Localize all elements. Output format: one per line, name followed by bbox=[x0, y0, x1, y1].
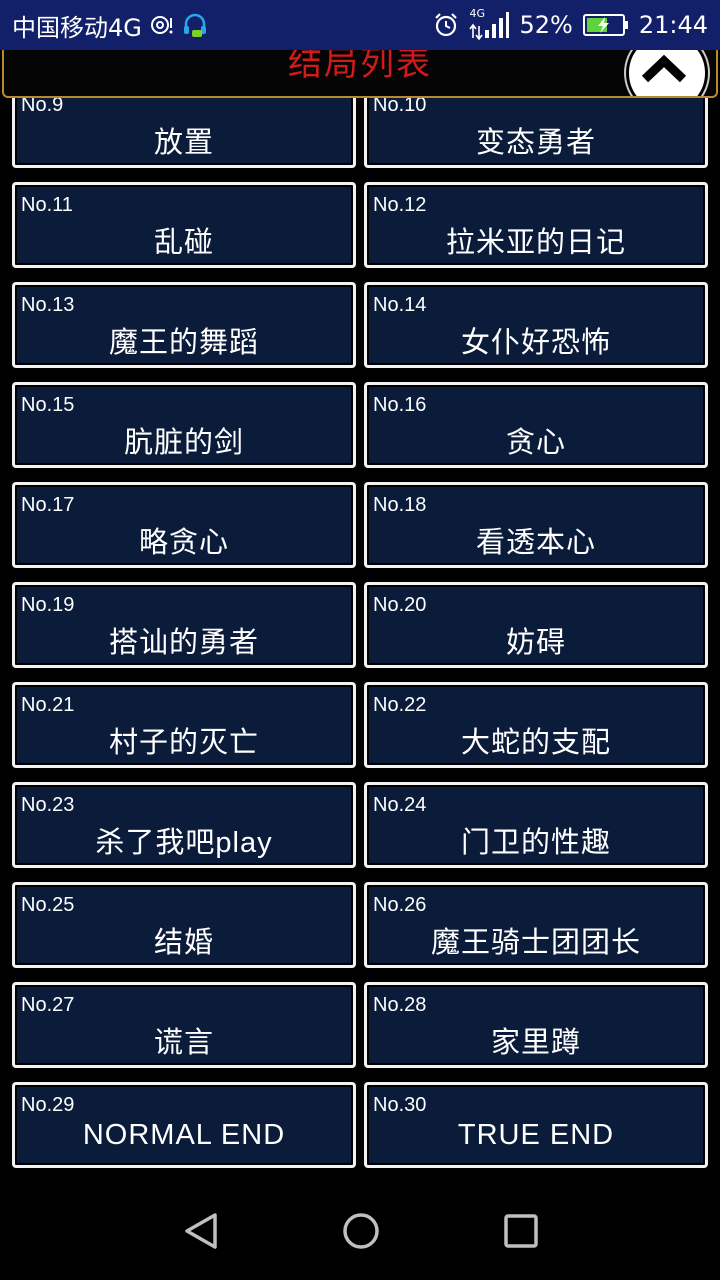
status-bar: 中国移动4G 4G 52% 21:44 bbox=[0, 0, 720, 50]
headset-icon bbox=[182, 12, 208, 38]
ending-item[interactable]: No.14 女仆好恐怖 bbox=[364, 282, 708, 368]
ending-title: 大蛇的支配 bbox=[460, 727, 611, 759]
ending-item[interactable]: No.30 TRUE END bbox=[364, 1082, 708, 1168]
close-button[interactable] bbox=[626, 50, 708, 96]
ending-number: No.11 bbox=[21, 194, 73, 216]
ending-number: No.19 bbox=[21, 594, 75, 616]
ending-item[interactable]: No.23 杀了我吧play bbox=[12, 782, 356, 868]
ending-item[interactable]: No.24 门卫的性趣 bbox=[364, 782, 708, 868]
ending-title: 放置 bbox=[153, 127, 214, 159]
battery-percent: 52% bbox=[519, 11, 573, 39]
ending-title: 魔王骑士团团长 bbox=[430, 927, 641, 959]
ending-number: No.26 bbox=[373, 894, 427, 916]
clock: 21:44 bbox=[638, 11, 708, 39]
carrier-label: 中国移动4G bbox=[12, 13, 142, 42]
ending-item[interactable]: No.25 结婚 bbox=[12, 882, 356, 968]
navigation-bar bbox=[0, 1180, 720, 1280]
ending-number: No.20 bbox=[373, 594, 427, 616]
ending-title: 变态勇者 bbox=[475, 127, 596, 159]
ending-title: 结婚 bbox=[153, 927, 214, 959]
endings-grid: No.9 放置 No.10 变态勇者 No.11 乱碰 No.12 拉米亚的日记… bbox=[0, 0, 720, 1180]
ending-number: No.25 bbox=[21, 894, 75, 916]
ending-title: 贪心 bbox=[505, 427, 566, 459]
network-badge: 4G bbox=[469, 7, 486, 20]
ending-title: 乱碰 bbox=[153, 227, 214, 259]
battery-icon bbox=[582, 13, 629, 37]
ending-title: TRUE END bbox=[457, 1119, 615, 1151]
square-recent-icon bbox=[504, 1214, 538, 1248]
ending-item[interactable]: No.15 肮脏的剑 bbox=[12, 382, 356, 468]
ending-title: NORMAL END bbox=[82, 1119, 286, 1151]
ending-title: 拉米亚的日记 bbox=[445, 227, 626, 259]
ending-number: No.18 bbox=[373, 494, 427, 516]
ending-number: No.22 bbox=[373, 694, 427, 716]
ending-item[interactable]: No.11 乱碰 bbox=[12, 182, 356, 268]
triangle-back-icon bbox=[185, 1213, 217, 1249]
ending-title: 门卫的性趣 bbox=[460, 827, 611, 859]
ending-title: 谎言 bbox=[153, 1027, 214, 1059]
ending-number: No.29 bbox=[21, 1094, 75, 1116]
ending-item[interactable]: No.12 拉米亚的日记 bbox=[364, 182, 708, 268]
ending-item[interactable]: No.26 魔王骑士团团长 bbox=[364, 882, 708, 968]
ending-item[interactable]: No.28 家里蹲 bbox=[364, 982, 708, 1068]
ending-item[interactable]: No.18 看透本心 bbox=[364, 482, 708, 568]
ending-item[interactable]: No.29 NORMAL END bbox=[12, 1082, 356, 1168]
ending-title: 搭讪的勇者 bbox=[108, 627, 259, 659]
back-button[interactable] bbox=[171, 1208, 231, 1254]
ending-number: No.15 bbox=[21, 394, 75, 416]
ending-title: 家里蹲 bbox=[490, 1027, 581, 1059]
ending-number: No.14 bbox=[373, 294, 427, 316]
ending-title: 杀了我吧play bbox=[95, 827, 273, 859]
header-panel: 结局列表 bbox=[2, 50, 718, 98]
ending-number: No.24 bbox=[373, 794, 427, 816]
ending-number: No.27 bbox=[21, 994, 75, 1016]
signal-icon: 4G bbox=[469, 7, 510, 40]
recent-apps-button[interactable] bbox=[491, 1208, 551, 1254]
ending-number: No.12 bbox=[373, 194, 427, 216]
ending-item[interactable]: No.22 大蛇的支配 bbox=[364, 682, 708, 768]
ending-number: No.17 bbox=[21, 494, 75, 516]
ending-number: No.13 bbox=[21, 294, 75, 316]
ending-title: 村子的灭亡 bbox=[108, 727, 259, 759]
ending-item[interactable]: No.17 略贪心 bbox=[12, 482, 356, 568]
ending-title: 女仆好恐怖 bbox=[460, 327, 611, 359]
ending-item[interactable]: No.21 村子的灭亡 bbox=[12, 682, 356, 768]
ending-number: No.23 bbox=[21, 794, 75, 816]
ending-title: 略贪心 bbox=[138, 527, 229, 559]
hotspot-icon bbox=[150, 14, 174, 36]
ending-number: No.16 bbox=[373, 394, 427, 416]
ending-item[interactable]: No.27 谎言 bbox=[12, 982, 356, 1068]
ending-title: 魔王的舞蹈 bbox=[108, 327, 259, 359]
ending-item[interactable]: No.13 魔王的舞蹈 bbox=[12, 282, 356, 368]
alarm-icon bbox=[433, 12, 459, 38]
ending-item[interactable]: No.20 妨碍 bbox=[364, 582, 708, 668]
ending-item[interactable]: No.16 贪心 bbox=[364, 382, 708, 468]
ending-item[interactable]: No.19 搭讪的勇者 bbox=[12, 582, 356, 668]
circle-home-icon bbox=[343, 1213, 379, 1249]
ending-title: 看透本心 bbox=[475, 527, 596, 559]
ending-title: 肮脏的剑 bbox=[123, 427, 244, 459]
ending-number: No.28 bbox=[373, 994, 427, 1016]
ending-number: No.30 bbox=[373, 1094, 427, 1116]
ending-title: 妨碍 bbox=[505, 627, 566, 659]
page-title: 结局列表 bbox=[288, 50, 432, 84]
chevron-up-icon bbox=[641, 54, 687, 83]
ending-number: No.21 bbox=[21, 694, 75, 716]
home-button[interactable] bbox=[331, 1208, 391, 1254]
